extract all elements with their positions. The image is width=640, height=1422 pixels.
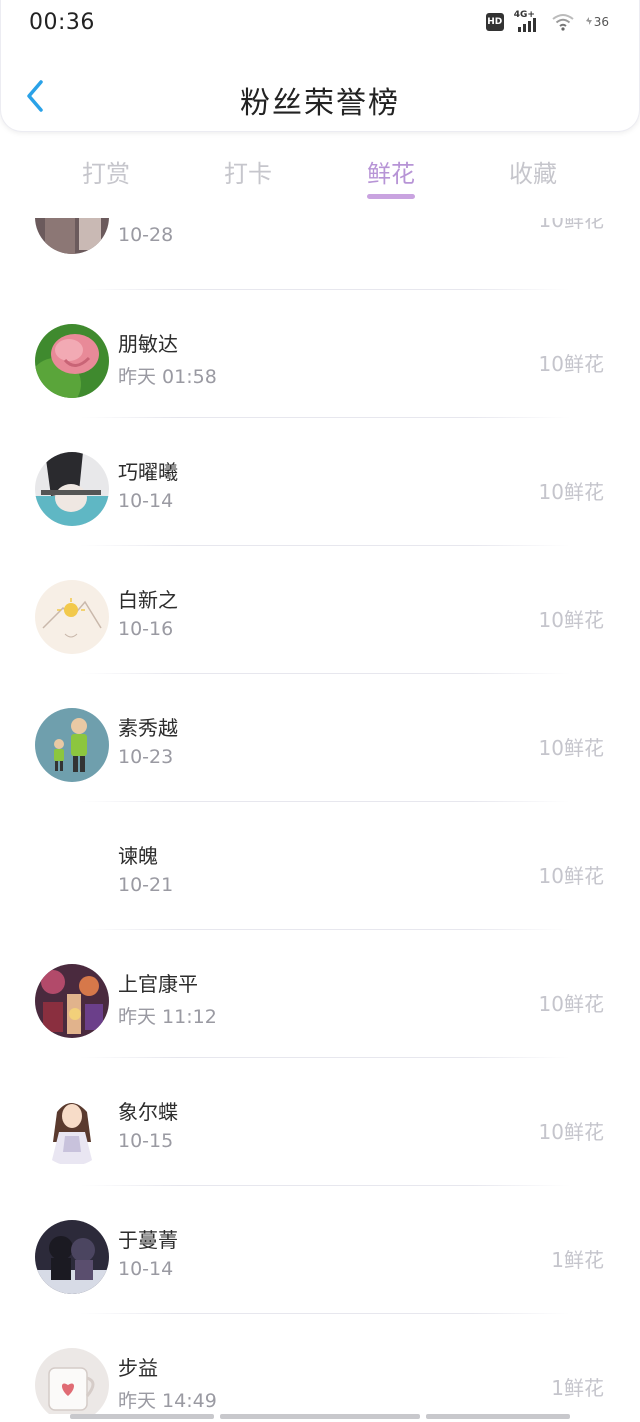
list-item[interactable]: 谏魄 10-21 10鲜花 <box>0 802 640 930</box>
avatar <box>35 1348 109 1414</box>
wifi-icon <box>552 14 574 31</box>
flower-count: 1鲜花 <box>551 1376 604 1400</box>
flower-count: 10鲜花 <box>538 608 604 632</box>
fan-date: 昨天 14:49 <box>118 1390 217 1412</box>
fan-name: 上官康平 <box>118 972 198 996</box>
fan-name: 朋敏达 <box>118 332 178 356</box>
list-item[interactable]: 朋敏达 昨天 01:58 10鲜花 <box>0 290 640 418</box>
fan-date: 昨天 01:58 <box>118 366 217 388</box>
fan-name: 素秀越 <box>118 716 178 740</box>
flower-count: 10鲜花 <box>538 352 604 376</box>
fan-date: 10-21 <box>118 874 174 896</box>
flower-count: 10鲜花 <box>538 864 604 888</box>
status-time: 00:36 <box>29 10 95 35</box>
fan-date: 10-14 <box>118 490 174 512</box>
tab-checkin[interactable]: 打卡 <box>198 154 298 189</box>
fan-name: 象尔蝶 <box>118 1100 178 1124</box>
list-item[interactable]: 象尔蝶 10-15 10鲜花 <box>0 1058 640 1186</box>
list-item[interactable]: 上官康平 昨天 11:12 10鲜花 <box>0 930 640 1058</box>
fan-date: 10-23 <box>118 746 174 768</box>
page-title: 粉丝荣誉榜 <box>240 86 400 121</box>
fan-date: 10-15 <box>118 1130 174 1152</box>
header-card: 00:36 HD 4G+ 36 粉丝荣誉榜 <box>0 0 640 132</box>
fan-name: 白新之 <box>118 588 178 612</box>
tab-bar: 打赏 打卡 鲜花 收藏 <box>0 140 640 204</box>
fan-name: 步益 <box>118 1356 158 1380</box>
flower-count: 10鲜花 <box>538 480 604 504</box>
list-item[interactable]: 素秀越 10-23 10鲜花 <box>0 674 640 802</box>
avatar <box>35 324 109 398</box>
flower-count: 10鲜花 <box>538 218 604 232</box>
list-item[interactable]: 步益 昨天 14:49 1鲜花 <box>0 1314 640 1414</box>
fan-name: 谏魄 <box>118 844 158 868</box>
fan-date: 10-14 <box>118 1258 174 1280</box>
list-item[interactable]: 巧曜曦 10-14 10鲜花 <box>0 418 640 546</box>
fan-date: 昨天 11:12 <box>118 1006 217 1028</box>
list-item[interactable]: 于蔓菁 10-14 1鲜花 <box>0 1186 640 1314</box>
avatar <box>35 1092 109 1166</box>
flower-count: 10鲜花 <box>538 1120 604 1144</box>
avatar <box>35 708 109 782</box>
flower-count: 10鲜花 <box>538 736 604 760</box>
avatar <box>35 836 109 910</box>
tab-tips[interactable]: 打赏 <box>56 154 156 189</box>
battery-icon <box>585 17 592 25</box>
active-tab-indicator <box>367 194 415 199</box>
fan-list[interactable]: 10-28 10鲜花 朋敏达 昨天 01:58 10鲜花 巧曜曦 10-14 1… <box>0 218 640 1414</box>
tab-flowers[interactable]: 鲜花 <box>341 154 441 189</box>
tab-favorites[interactable]: 收藏 <box>483 154 583 189</box>
hd-icon: HD <box>485 13 504 31</box>
gesture-bar <box>0 1414 640 1422</box>
battery-level: 36 <box>584 15 609 29</box>
fan-name: 巧曜曦 <box>118 460 178 484</box>
fan-name: 于蔓菁 <box>118 1228 178 1252</box>
fan-date: 10-28 <box>118 224 174 246</box>
list-item[interactable]: 10-28 10鲜花 <box>0 218 640 290</box>
avatar <box>35 964 109 1038</box>
status-icons: HD 4G+ 36 <box>485 10 609 32</box>
avatar <box>35 580 109 654</box>
avatar <box>35 452 109 526</box>
list-item[interactable]: 白新之 10-16 10鲜花 <box>0 546 640 674</box>
avatar <box>35 1220 109 1294</box>
fan-date: 10-16 <box>118 618 174 640</box>
flower-count: 10鲜花 <box>538 992 604 1016</box>
cellular-signal-icon: 4G+ <box>514 10 542 32</box>
flower-count: 1鲜花 <box>551 1248 604 1272</box>
avatar <box>35 218 109 254</box>
